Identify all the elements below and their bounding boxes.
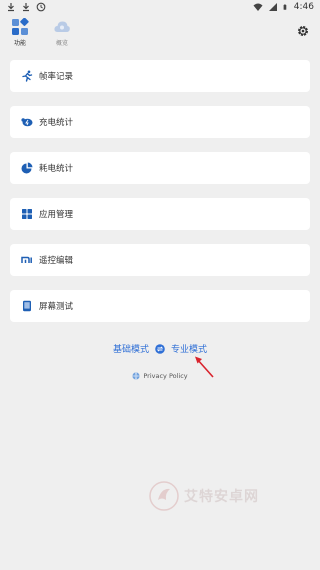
grid-icon bbox=[12, 18, 29, 35]
top-nav: 功能 概览 bbox=[0, 18, 320, 48]
card-label: 充电统计 bbox=[39, 118, 74, 128]
watermark: 艾特安卓网 bbox=[148, 478, 288, 514]
download-icon bbox=[23, 3, 29, 12]
mode-switch: 基础模式 专业模式 bbox=[0, 342, 320, 355]
screen-icon bbox=[23, 300, 31, 312]
cloud-icon bbox=[54, 21, 70, 32]
card-label: 应用管理 bbox=[39, 210, 74, 220]
feature-card-list: 帧率记录 充电统计 耗电统计 应用管理 遥控编辑 屏幕测试 bbox=[10, 60, 310, 336]
pie-chart-icon bbox=[21, 162, 33, 174]
card-charging-stats[interactable]: 充电统计 bbox=[10, 106, 310, 138]
card-screen-test[interactable]: 屏幕测试 bbox=[10, 290, 310, 322]
pro-mode-link[interactable]: 专业模式 bbox=[171, 342, 207, 355]
swap-icon[interactable] bbox=[155, 343, 165, 354]
card-label: 遥控编辑 bbox=[39, 256, 74, 266]
status-time: 4:46 bbox=[293, 2, 314, 12]
clock-icon bbox=[36, 2, 46, 12]
wifi-icon bbox=[253, 3, 263, 11]
basic-mode-link[interactable]: 基础模式 bbox=[113, 342, 149, 355]
watermark-text: 艾特安卓网 bbox=[184, 486, 259, 506]
tab-label: 概览 bbox=[55, 40, 68, 47]
tab-functions[interactable]: 功能 bbox=[8, 18, 32, 48]
privacy-policy-link[interactable]: Privacy Policy bbox=[0, 372, 320, 380]
apps-grid-icon bbox=[22, 209, 32, 219]
card-frame-rate-record[interactable]: 帧率记录 bbox=[10, 60, 310, 92]
privacy-policy-label: Privacy Policy bbox=[143, 372, 188, 380]
card-label: 耗电统计 bbox=[39, 164, 74, 174]
tab-label: 功能 bbox=[13, 40, 26, 47]
watermark-logo-icon bbox=[149, 481, 179, 511]
running-icon bbox=[22, 70, 33, 82]
download-icon bbox=[8, 3, 14, 12]
tab-overview[interactable]: 概览 bbox=[50, 18, 74, 48]
battery-icon bbox=[283, 4, 287, 10]
battery-charge-icon bbox=[21, 118, 33, 127]
gear-icon[interactable] bbox=[296, 24, 310, 38]
status-bar-left bbox=[6, 2, 46, 12]
mi-icon bbox=[21, 256, 32, 263]
globe-icon bbox=[132, 372, 140, 380]
card-app-management[interactable]: 应用管理 bbox=[10, 198, 310, 230]
watermark-name: 艾特安卓网 bbox=[184, 489, 259, 505]
status-bar-right: 4:46 bbox=[253, 2, 314, 12]
status-bar: 4:46 bbox=[0, 0, 320, 14]
cellular-signal-icon bbox=[268, 3, 277, 11]
card-remote-edit[interactable]: 遥控编辑 bbox=[10, 244, 310, 276]
card-power-consumption-stats[interactable]: 耗电统计 bbox=[10, 152, 310, 184]
card-label: 屏幕测试 bbox=[39, 302, 74, 312]
card-label: 帧率记录 bbox=[39, 72, 74, 82]
